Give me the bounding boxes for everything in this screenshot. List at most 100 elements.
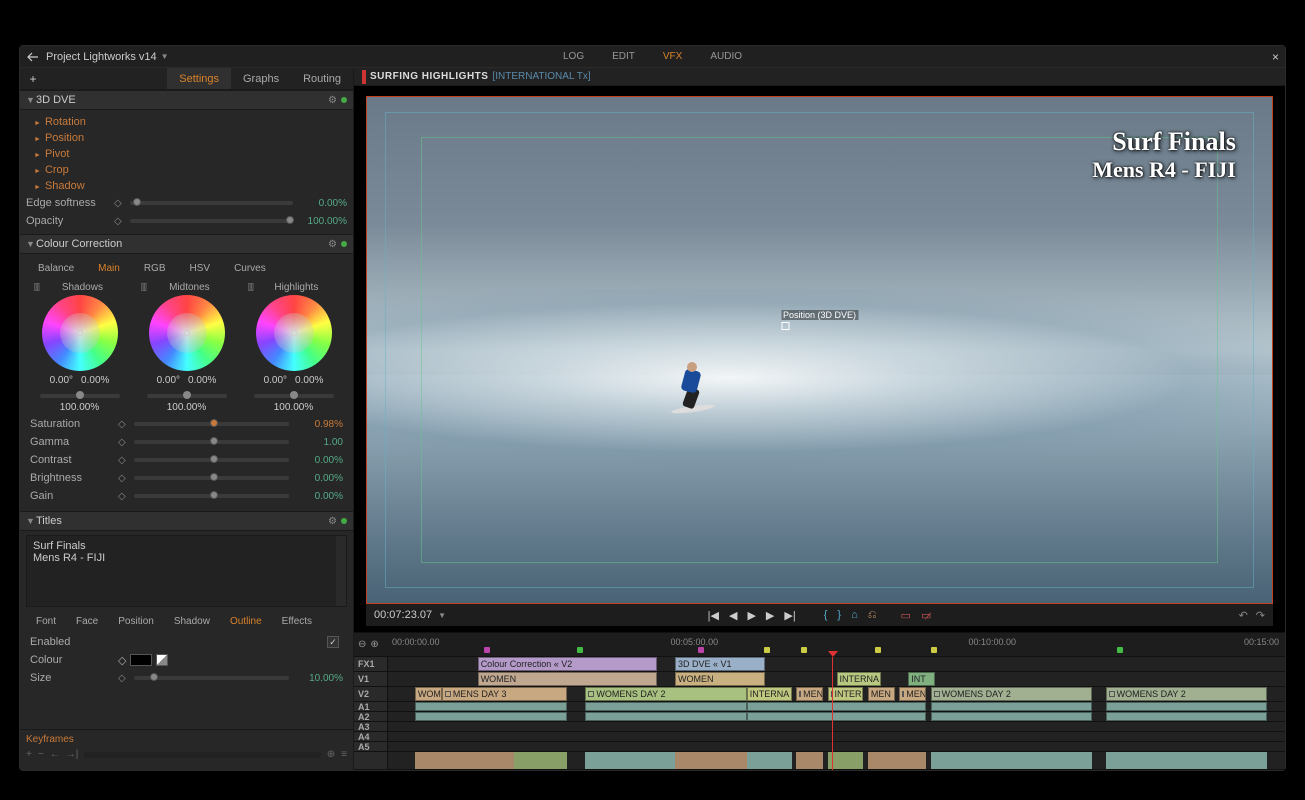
- contrast-slider[interactable]: [134, 458, 289, 462]
- clip[interactable]: MEN: [899, 687, 926, 701]
- timeline-ruler[interactable]: ⊖ ⊕ 00:00:00.00 00:05:00.00 00:10:00.00 …: [354, 633, 1285, 657]
- mark-in-icon[interactable]: {: [824, 609, 828, 621]
- brightness-slider[interactable]: [134, 476, 289, 480]
- enabled-indicator[interactable]: [341, 241, 347, 247]
- clip[interactable]: Colour Correction « V2: [478, 657, 657, 671]
- keyframe-toggle[interactable]: ◇: [118, 673, 130, 684]
- clip[interactable]: WOMENS DAY 2: [585, 687, 746, 701]
- track-label[interactable]: V2: [354, 687, 388, 701]
- track-label[interactable]: A5: [354, 742, 388, 751]
- step-back-icon[interactable]: ◀: [729, 609, 737, 622]
- clip[interactable]: INTERNA: [747, 687, 792, 701]
- midtones-angle[interactable]: 0.00°: [157, 375, 180, 386]
- viewer-canvas[interactable]: Position (3D DVE) Surf Finals Mens R4 - …: [366, 96, 1273, 604]
- kf-remove-icon[interactable]: −: [38, 749, 44, 760]
- eyedropper-icon[interactable]: [156, 654, 168, 666]
- gamma-value[interactable]: 1.00: [293, 437, 343, 448]
- titles-tab-outline[interactable]: Outline: [220, 616, 272, 627]
- opacity-value[interactable]: 100.00%: [297, 216, 347, 227]
- dve-rotation[interactable]: Rotation: [26, 114, 347, 130]
- remove-icon[interactable]: ⎌: [868, 609, 877, 622]
- marker[interactable]: [484, 647, 490, 653]
- delete-icon[interactable]: ▭: [901, 609, 911, 622]
- audio-block[interactable]: [1106, 752, 1267, 769]
- play-icon[interactable]: ▶: [747, 609, 755, 622]
- enabled-indicator[interactable]: [341, 518, 347, 524]
- kf-zoom-icon[interactable]: ⊕: [327, 749, 335, 760]
- marker[interactable]: [801, 647, 807, 653]
- goto-end-icon[interactable]: ▶|: [784, 609, 795, 622]
- kf-menu-icon[interactable]: ≡: [341, 749, 347, 760]
- dve-shadow[interactable]: Shadow: [26, 178, 347, 194]
- step-fwd-icon[interactable]: ▶: [766, 609, 774, 622]
- clip[interactable]: [747, 702, 926, 711]
- cc-tab-rgb[interactable]: RGB: [132, 263, 178, 274]
- tab-graphs[interactable]: Graphs: [231, 68, 291, 89]
- highlights-angle[interactable]: 0.00°: [264, 375, 287, 386]
- marker[interactable]: [931, 647, 937, 653]
- titles-text-input[interactable]: Surf Finals Mens R4 - FIJI: [26, 535, 347, 607]
- gain-slider[interactable]: [134, 494, 289, 498]
- clear-marks-icon[interactable]: ⌂: [851, 609, 858, 621]
- clip[interactable]: [931, 702, 1092, 711]
- clip[interactable]: [585, 712, 746, 721]
- track-label[interactable]: A3: [354, 722, 388, 731]
- keyframe-toggle[interactable]: ◇: [114, 198, 126, 209]
- audio-block[interactable]: [585, 752, 675, 769]
- marker[interactable]: [698, 647, 704, 653]
- clip[interactable]: WOMENS DAY 2: [1106, 687, 1267, 701]
- track-lane[interactable]: WOM MENS DAY 3 WOMENS DAY 2 INTERNA MEN …: [388, 687, 1285, 701]
- titles-tab-face[interactable]: Face: [66, 616, 108, 627]
- timecode-dropdown[interactable]: ▼: [438, 611, 446, 620]
- clip[interactable]: [415, 712, 567, 721]
- highlights-amt[interactable]: 0.00%: [295, 375, 323, 386]
- track-lane[interactable]: [388, 712, 1285, 721]
- clip[interactable]: INT: [908, 672, 935, 686]
- dve-position[interactable]: Position: [26, 130, 347, 146]
- shadows-pct[interactable]: 100.00%: [60, 402, 99, 413]
- midtones-slider[interactable]: [147, 394, 227, 398]
- audio-block[interactable]: [828, 752, 864, 769]
- cc-tab-hsv[interactable]: HSV: [178, 263, 223, 274]
- undo-icon[interactable]: ↶: [1239, 609, 1248, 622]
- gear-icon[interactable]: ⚙: [328, 95, 337, 106]
- scrollbar[interactable]: [336, 536, 346, 606]
- clip[interactable]: [747, 712, 926, 721]
- edge-softness-slider[interactable]: [130, 201, 293, 205]
- project-dropdown[interactable]: ▼: [161, 52, 169, 61]
- titles-tab-effects[interactable]: Effects: [272, 616, 322, 627]
- tab-settings[interactable]: Settings: [167, 68, 231, 89]
- audio-block[interactable]: [747, 752, 792, 769]
- gear-icon[interactable]: ⚙: [328, 516, 337, 527]
- mode-edit[interactable]: EDIT: [598, 47, 649, 66]
- highlights-slider[interactable]: [254, 394, 334, 398]
- shadows-wheel[interactable]: [42, 295, 118, 371]
- enabled-indicator[interactable]: [341, 97, 347, 103]
- brightness-value[interactable]: 0.00%: [293, 473, 343, 484]
- panel-cc-header[interactable]: ▼ Colour Correction ⚙: [20, 234, 353, 254]
- keyframe-toggle[interactable]: ◇: [118, 473, 130, 484]
- highlights-wheel[interactable]: [256, 295, 332, 371]
- position-marker-handle[interactable]: [781, 322, 789, 330]
- track-label[interactable]: A4: [354, 732, 388, 741]
- keyframe-toggle[interactable]: ◇: [118, 455, 130, 466]
- mark-out-icon[interactable]: }: [837, 609, 841, 621]
- clip[interactable]: MENS DAY 3: [442, 687, 568, 701]
- mode-vfx[interactable]: VFX: [649, 47, 696, 66]
- clip[interactable]: WOMEN: [478, 672, 657, 686]
- midtones-pct[interactable]: 100.00%: [167, 402, 206, 413]
- gear-icon[interactable]: ⚙: [328, 239, 337, 250]
- close-button[interactable]: ×: [1272, 50, 1279, 64]
- track-lane[interactable]: [388, 702, 1285, 711]
- keyframe-toggle[interactable]: ◇: [118, 437, 130, 448]
- clip[interactable]: [585, 702, 746, 711]
- panel-3d-dve-header[interactable]: ▼ 3D DVE ⚙: [20, 90, 353, 110]
- contrast-value[interactable]: 0.00%: [293, 455, 343, 466]
- clip[interactable]: [1106, 712, 1267, 721]
- cc-tab-main[interactable]: Main: [86, 263, 132, 274]
- marker[interactable]: [764, 647, 770, 653]
- kf-next-icon[interactable]: →|: [66, 749, 79, 760]
- track-label[interactable]: V1: [354, 672, 388, 686]
- goto-start-icon[interactable]: |◀: [708, 609, 719, 622]
- audio-block[interactable]: [514, 752, 568, 769]
